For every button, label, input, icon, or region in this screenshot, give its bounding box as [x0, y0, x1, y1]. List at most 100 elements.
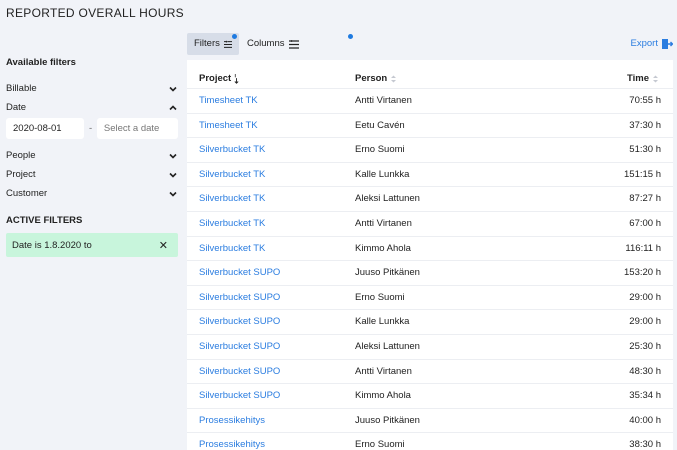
table-header: Project Person Time	[187, 60, 673, 89]
filter-billable-label: Billable	[6, 83, 37, 94]
close-icon[interactable]: ✕	[159, 239, 168, 252]
time-cell: 40:00 h	[629, 414, 661, 426]
time-cell: 153:20 h	[624, 267, 661, 279]
filter-people-label: People	[6, 150, 36, 161]
column-header-time[interactable]: Time	[627, 73, 659, 84]
sort-descending-icon	[234, 73, 239, 84]
person-cell: Juuso Pitkänen	[355, 267, 420, 279]
time-cell: 25:30 h	[629, 340, 661, 352]
chevron-down-icon	[169, 172, 177, 178]
active-filter-label: Date is 1.8.2020 to	[12, 239, 92, 251]
person-cell: Aleksi Lattunen	[355, 193, 420, 205]
filter-billable[interactable]: Billable	[6, 79, 178, 98]
person-cell: Aleksi Lattunen	[355, 340, 420, 352]
date-to-input[interactable]: Select a date	[96, 118, 179, 139]
project-link[interactable]: Silverbucket TK	[199, 243, 265, 254]
filter-project[interactable]: Project	[6, 165, 178, 184]
columns-button[interactable]: Columns	[240, 33, 353, 55]
chevron-down-icon	[169, 86, 177, 92]
person-cell: Kimmo Ahola	[355, 242, 411, 254]
chevron-up-icon	[169, 104, 177, 110]
filter-date-label: Date	[6, 102, 27, 113]
export-icon	[662, 39, 673, 49]
project-link[interactable]: Silverbucket TK	[199, 193, 265, 204]
chevron-down-icon	[169, 153, 177, 159]
column-header-person[interactable]: Person	[355, 73, 397, 84]
person-cell: Antti Virtanen	[355, 217, 412, 229]
time-cell: 70:55 h	[629, 95, 661, 106]
time-cell: 87:27 h	[629, 193, 661, 205]
table-row: Silverbucket SUPO Aleksi Lattunen 25:30 h	[187, 335, 673, 360]
project-link[interactable]: Prosessikehitys	[199, 415, 265, 426]
column-header-time-label: Time	[626, 73, 649, 84]
export-button-label: Export	[630, 38, 658, 49]
project-link[interactable]: Silverbucket SUPO	[199, 366, 280, 377]
sort-icon	[653, 75, 658, 82]
filter-date[interactable]: Date	[6, 98, 178, 117]
project-link[interactable]: Prosessikehitys	[199, 439, 265, 450]
time-cell: 48:30 h	[629, 365, 661, 377]
project-link[interactable]: Timesheet TK	[199, 95, 258, 106]
table-row: Silverbucket TK Antti Virtanen 67:00 h	[187, 212, 673, 237]
list-settings-icon	[288, 39, 299, 49]
filter-project-label: Project	[6, 169, 36, 180]
columns-button-label: Columns	[247, 38, 285, 49]
project-link[interactable]: Silverbucket SUPO	[199, 292, 280, 303]
list-settings-icon	[223, 40, 232, 48]
person-cell: Erno Suomi	[355, 439, 405, 450]
table-row: Prosessikehitys Erno Suomi 38:30 h	[187, 433, 673, 450]
time-cell: 51:30 h	[629, 144, 661, 156]
export-button[interactable]: Export	[631, 33, 673, 55]
date-separator: -	[88, 123, 93, 134]
page-title: REPORTED OVERALL HOURS	[6, 6, 184, 20]
time-cell: 116:11 h	[625, 242, 661, 254]
person-cell: Erno Suomi	[355, 291, 405, 303]
time-cell: 67:00 h	[629, 217, 661, 229]
columns-indicator-dot	[348, 34, 353, 39]
filter-people[interactable]: People	[6, 146, 178, 165]
available-filters-heading: Available filters	[6, 57, 76, 68]
table-row: Silverbucket SUPO Erno Suomi 29:00 h	[187, 286, 673, 311]
project-link[interactable]: Silverbucket TK	[199, 144, 265, 155]
time-cell: 35:34 h	[629, 390, 661, 402]
filter-customer[interactable]: Customer	[6, 184, 178, 203]
person-cell: Erno Suomi	[355, 144, 405, 156]
project-link[interactable]: Silverbucket TK	[199, 218, 265, 229]
column-header-project[interactable]: Project	[199, 73, 240, 84]
date-from-input[interactable]: 2020-08-01	[6, 118, 85, 139]
table-row: Silverbucket TK Kalle Lunkka 151:15 h	[187, 163, 673, 188]
person-cell: Kimmo Ahola	[355, 390, 411, 402]
project-link[interactable]: Silverbucket SUPO	[199, 267, 280, 278]
person-cell: Antti Virtanen	[355, 365, 412, 377]
table-row: Timesheet TK Eetu Cavén 37:30 h	[187, 114, 673, 139]
date-range: 2020-08-01 - Select a date	[6, 118, 179, 139]
table-row: Timesheet TK Antti Virtanen 70:55 h	[187, 89, 673, 114]
table-row: Silverbucket SUPO Juuso Pitkänen 153:20 h	[187, 261, 673, 286]
column-header-person-label: Person	[355, 73, 388, 84]
time-cell: 29:00 h	[629, 291, 661, 303]
column-header-project-label: Project	[199, 73, 232, 84]
project-link[interactable]: Timesheet TK	[199, 120, 258, 131]
time-cell: 38:30 h	[629, 439, 661, 450]
table-toolbar: Filters Columns Export	[187, 33, 677, 55]
person-cell: Antti Virtanen	[355, 95, 412, 106]
project-link[interactable]: Silverbucket SUPO	[199, 390, 280, 401]
person-cell: Eetu Cavén	[355, 119, 405, 131]
table-row: Prosessikehitys Juuso Pitkänen 40:00 h	[187, 409, 673, 434]
table-row: Silverbucket TK Aleksi Lattunen 87:27 h	[187, 187, 673, 212]
table-row: Silverbucket SUPO Kalle Lunkka 29:00 h	[187, 310, 673, 335]
project-link[interactable]: Silverbucket TK	[199, 169, 265, 180]
person-cell: Juuso Pitkänen	[355, 414, 420, 426]
active-filters-heading: ACTIVE FILTERS	[6, 215, 83, 226]
active-filter-chip: Date is 1.8.2020 to ✕	[6, 233, 178, 257]
filter-sidebar: Available filters Billable Date 2020-08-…	[6, 56, 179, 257]
project-link[interactable]: Silverbucket SUPO	[199, 341, 280, 352]
time-cell: 37:30 h	[629, 119, 661, 131]
person-cell: Kalle Lunkka	[355, 316, 410, 328]
sort-icon	[391, 75, 397, 82]
filters-indicator-dot	[232, 34, 237, 39]
filter-customer-label: Customer	[6, 188, 48, 199]
hours-table: Project Person Time Timesheet TK Antti Vi…	[187, 60, 673, 450]
project-link[interactable]: Silverbucket SUPO	[199, 316, 280, 327]
filters-button[interactable]: Filters	[187, 33, 239, 55]
